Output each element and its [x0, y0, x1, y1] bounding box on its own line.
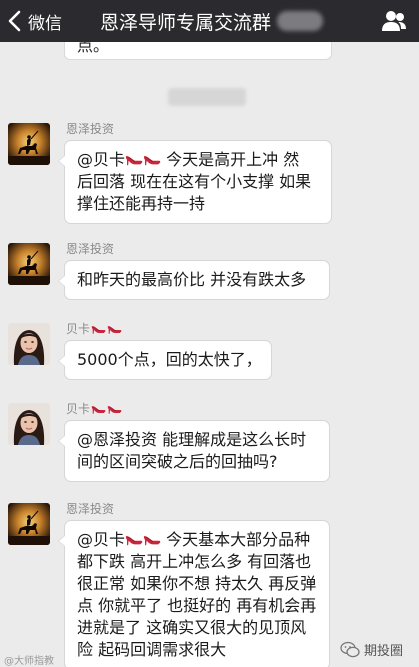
woman-portrait-avatar-image: [8, 403, 50, 445]
high-heel-icon: [143, 156, 161, 166]
message-text: 和昨天的最高价比 并没有跌太多: [77, 270, 307, 289]
partial-message-text: 点。: [77, 42, 110, 55]
sender-name: 恩泽投资: [66, 120, 114, 137]
high-heel-icon: [91, 326, 106, 334]
sender-name-text: 恩泽投资: [66, 242, 115, 256]
message-bubble[interactable]: 和昨天的最高价比 并没有跌太多: [58, 260, 330, 300]
message-line: @贝卡 今天是高开上冲 然: [77, 149, 319, 171]
blurred-member-count: [277, 11, 324, 31]
woman-portrait-avatar[interactable]: [8, 403, 50, 445]
sender-name: 恩泽投资: [66, 500, 114, 517]
high-heel-icon: [125, 536, 143, 546]
sender-name: 贝卡: [66, 320, 122, 337]
message-line: 很正常 如果你不想 持太久 再反弹: [77, 573, 317, 595]
woman-portrait-avatar-image: [8, 323, 50, 365]
message-text: 间的区间突破之后的回抽吗?: [77, 452, 278, 471]
high-heel-icon: [143, 536, 161, 546]
sender-name-text: 恩泽投资: [66, 122, 115, 136]
message-text: 今天是高开上冲 然: [161, 150, 300, 169]
message-line: 和昨天的最高价比 并没有跌太多: [77, 269, 317, 291]
horse-rider-sunset-avatar[interactable]: [8, 243, 50, 285]
message-text: 后回落 现在在这有个小支撑 如果: [77, 172, 312, 191]
watermark-right: 期投圈: [340, 640, 403, 659]
message-line: 进就是了 这确实又很大的见顶风: [77, 617, 317, 639]
message-text: 进就是了 这确实又很大的见顶风: [77, 618, 307, 637]
horse-rider-sunset-avatar-image: [8, 243, 50, 285]
chat-title-area: 恩泽导师专属交流群: [100, 9, 324, 34]
message-line: 间的区间突破之后的回抽吗?: [77, 451, 317, 473]
message-line: 点 你就平了 也挺好的 再有机会再: [77, 595, 317, 617]
message-bubble[interactable]: @恩泽投资 能理解成是这么长时 间的区间突破之后的回抽吗?: [58, 420, 330, 482]
horse-rider-sunset-avatar[interactable]: [8, 123, 50, 165]
message-line: 都下跌 高开上冲怎么多 有回落也: [77, 551, 317, 573]
message-text: 5000个点，回的太快了，: [77, 350, 262, 369]
watermark-right-text: 期投圈: [364, 644, 404, 659]
sender-name-text: 恩泽投资: [66, 502, 115, 516]
sender-name: 贝卡: [66, 400, 122, 417]
blurred-timestamp: [168, 88, 246, 106]
back-button[interactable]: 微信: [6, 7, 62, 35]
chevron-left-icon: [8, 10, 21, 32]
message-text: @恩泽投资 能理解成是这么长时: [77, 430, 307, 449]
message-text: 撑住还能再持一持: [77, 194, 206, 213]
horse-rider-sunset-avatar-image: [8, 503, 50, 545]
horse-rider-sunset-avatar-image: [8, 123, 50, 165]
watermark-left-text: @大师指教: [4, 656, 54, 667]
message-text: @贝卡: [77, 150, 126, 169]
message-text: 今天基本大部分品种: [161, 530, 311, 549]
message-text: 很正常 如果你不想 持太久 再反弹: [77, 574, 317, 593]
message-line: 险 起码回调需求很大: [77, 639, 317, 661]
partial-message-bubble: 点。: [64, 42, 332, 60]
wechat-logo-icon: [340, 641, 360, 657]
message-line: @恩泽投资 能理解成是这么长时: [77, 429, 317, 451]
message-line: @贝卡 今天基本大部分品种: [77, 529, 317, 551]
high-heel-icon: [107, 406, 122, 414]
message-bubble[interactable]: @贝卡 今天基本大部分品种 都下跌 高开上冲怎么多 有回落也 很正常 如果你不想 持…: [58, 520, 330, 667]
message-line: 撑住还能再持一持: [77, 193, 319, 215]
message-text: 点 你就平了 也挺好的 再有机会再: [77, 596, 317, 615]
high-heel-icon: [125, 156, 143, 166]
message-text: 都下跌 高开上冲怎么多 有回落也: [77, 552, 312, 571]
high-heel-icon: [107, 326, 122, 334]
message-line: 5000个点，回的太快了，: [77, 349, 262, 371]
group-members-icon[interactable]: [381, 9, 407, 33]
message-bubble[interactable]: 5000个点，回的太快了，: [58, 340, 272, 380]
back-label: 微信: [28, 13, 62, 34]
watermark-left: @大师指教: [4, 652, 54, 667]
sender-name: 恩泽投资: [66, 240, 114, 257]
high-heel-icon: [91, 406, 106, 414]
woman-portrait-avatar[interactable]: [8, 323, 50, 365]
chat-header: 微信 恩泽导师专属交流群: [0, 0, 419, 42]
message-line: 后回落 现在在这有个小支撑 如果: [77, 171, 319, 193]
message-text: @贝卡: [77, 530, 126, 549]
horse-rider-sunset-avatar[interactable]: [8, 503, 50, 545]
message-text: 险 起码回调需求很大: [77, 640, 227, 659]
chat-title: 恩泽导师专属交流群: [100, 11, 272, 34]
sender-name-text: 贝卡: [66, 402, 91, 416]
sender-name-text: 贝卡: [66, 322, 91, 336]
message-bubble[interactable]: @贝卡 今天是高开上冲 然后回落 现在在这有个小支撑 如果 撑住还能再持一持: [58, 140, 332, 224]
